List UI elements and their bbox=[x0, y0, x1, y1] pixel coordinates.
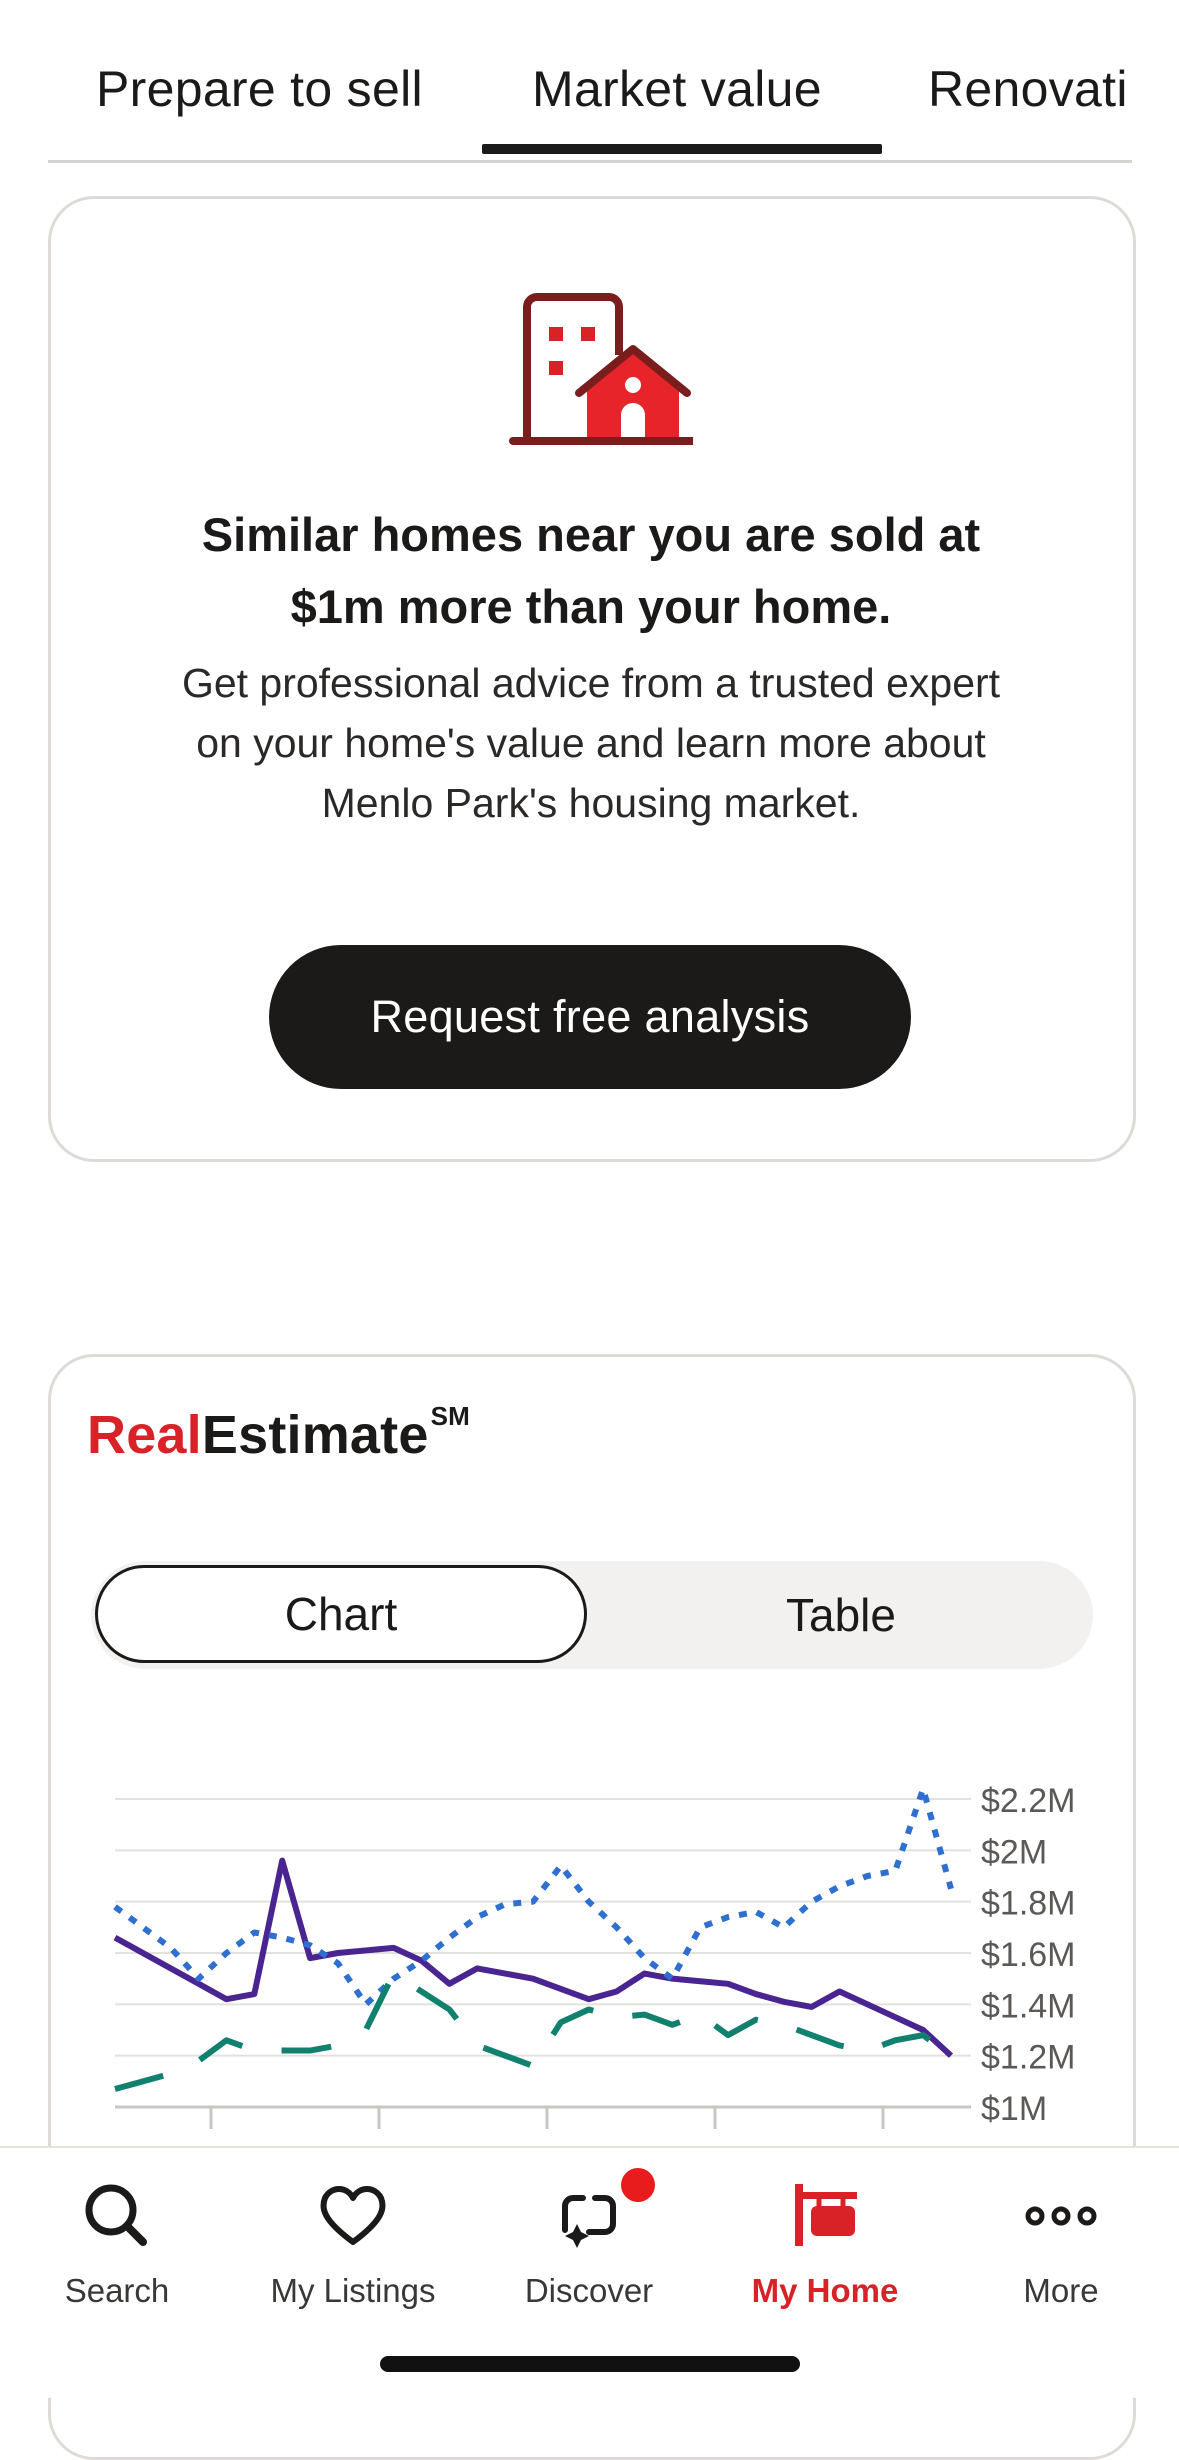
nav-my-listings[interactable]: My Listings bbox=[243, 2168, 463, 2318]
heart-icon bbox=[320, 2186, 386, 2245]
building-house-icon bbox=[509, 293, 693, 445]
tab-renovation[interactable]: Renovati bbox=[928, 60, 1128, 118]
nav-search[interactable]: Search bbox=[7, 2168, 227, 2318]
discover-icon bbox=[562, 2195, 616, 2248]
nav-more[interactable]: More bbox=[951, 2168, 1171, 2318]
series-line-1 bbox=[113, 1857, 954, 2058]
promo-headline: Similar homes near you are sold at $1m m… bbox=[201, 508, 981, 633]
nav-discover[interactable]: Discover bbox=[479, 2168, 699, 2318]
tab-prepare-to-sell[interactable]: Prepare to sell bbox=[96, 60, 423, 118]
y-tick-label: $1M bbox=[981, 2090, 1047, 2128]
market-value-promo-card: Similar homes near you are sold at $1m m… bbox=[48, 196, 1136, 1162]
home-indicator bbox=[380, 2356, 800, 2372]
promo-body: Get professional advice from a trusted e… bbox=[181, 660, 1001, 826]
home-sign-icon bbox=[795, 2184, 857, 2246]
nav-label-search: Search bbox=[64, 2272, 170, 2309]
discover-notification-badge bbox=[621, 2168, 655, 2202]
search-icon bbox=[85, 2184, 147, 2246]
nav-label-my-listings: My Listings bbox=[270, 2272, 436, 2309]
request-free-analysis-button[interactable]: Request free analysis bbox=[269, 945, 911, 1089]
y-tick-label: $1.8M bbox=[981, 1885, 1076, 1923]
y-tick-label: $1.4M bbox=[981, 1987, 1076, 2025]
y-tick-label: $2.2M bbox=[981, 1782, 1076, 1820]
more-icon bbox=[1025, 2206, 1097, 2226]
nav-label-more: More bbox=[1023, 2272, 1099, 2309]
nav-my-home[interactable]: My Home bbox=[715, 2168, 935, 2318]
series-line-2 bbox=[113, 1785, 954, 2008]
tab-market-value[interactable]: Market value bbox=[532, 60, 822, 118]
active-tab-indicator bbox=[482, 144, 882, 154]
nav-label-discover: Discover bbox=[524, 2272, 654, 2309]
series-line-3 bbox=[114, 1970, 953, 2092]
y-tick-label: $2M bbox=[981, 1833, 1047, 1871]
nav-label-my-home: My Home bbox=[751, 2272, 899, 2309]
y-tick-label: $1.6M bbox=[981, 1936, 1076, 1974]
y-tick-label: $1.2M bbox=[981, 2039, 1076, 2077]
